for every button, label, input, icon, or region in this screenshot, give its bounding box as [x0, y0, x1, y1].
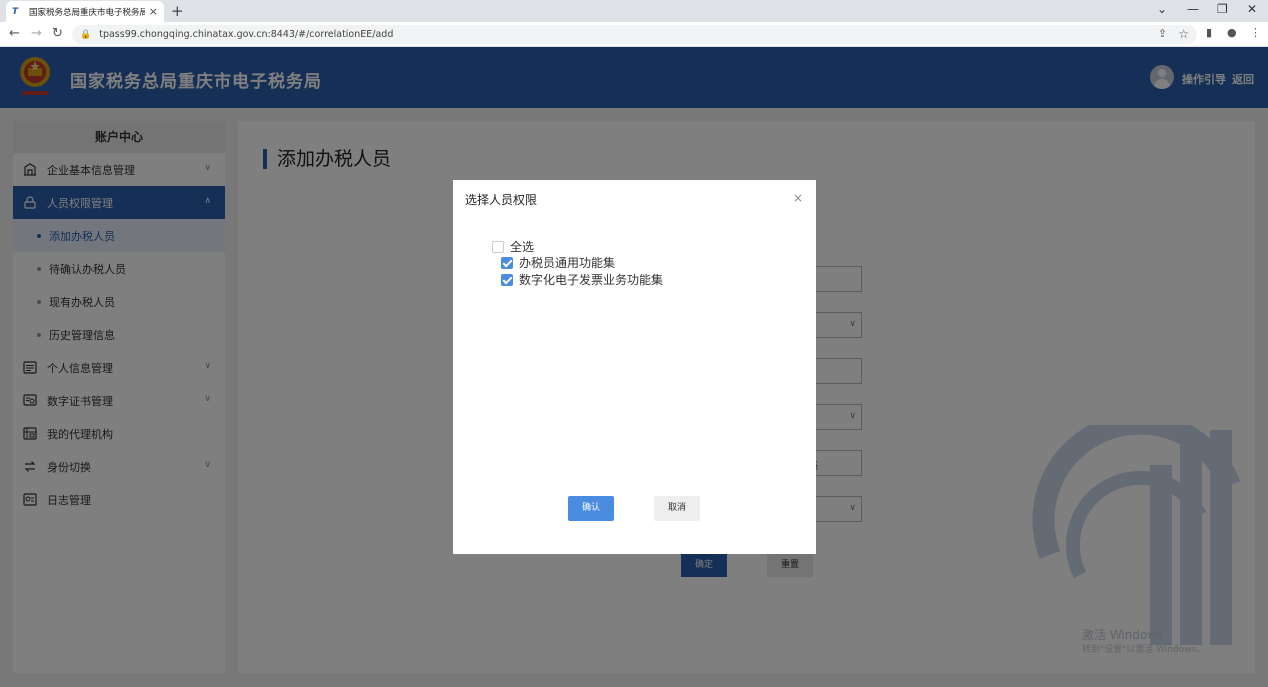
maximize-icon[interactable]: ❐ [1217, 2, 1228, 16]
ok-button[interactable]: 确认 [568, 496, 614, 521]
checkbox-label: 办税员通用功能集 [519, 256, 616, 270]
url-text: tpass99.chongqing.chinatax.gov.cn:8443/#… [99, 29, 394, 40]
forward-icon[interactable]: → [31, 26, 42, 41]
close-icon[interactable]: × [793, 191, 803, 205]
url-input[interactable]: 🔒 tpass99.chongqing.chinatax.gov.cn:8443… [72, 25, 1197, 44]
back-icon[interactable]: ← [9, 26, 20, 41]
permission-dialog: 选择人员权限 × 全选 办税员通用功能集 数字化电子发票业务功能集 确认 取消 [453, 180, 816, 554]
lock-icon: 🔒 [80, 29, 92, 40]
browser-tab[interactable]: T 国家税务总局重庆市电子税务局 × [6, 1, 164, 22]
minimize-icon[interactable]: — [1187, 2, 1199, 16]
cancel-button[interactable]: 取消 [654, 496, 700, 521]
window-close-icon[interactable]: ✕ [1247, 2, 1257, 16]
tab-title: 国家税务总局重庆市电子税务局 [29, 7, 145, 18]
checkbox-checked[interactable] [501, 256, 513, 269]
browser-menu-icon[interactable]: ⋮ [1250, 26, 1261, 39]
profile-icon[interactable]: ● [1227, 26, 1237, 39]
tab-close-icon[interactable]: × [149, 5, 158, 18]
share-icon[interactable]: ⇪ [1158, 27, 1167, 40]
option-checkbox-e-invoice[interactable]: 数字化电子发票业务功能集 [501, 271, 663, 288]
browser-tab-bar: T 国家税务总局重庆市电子税务局 × + ⌄ — ❐ ✕ [0, 0, 1268, 22]
option-checkbox-general[interactable]: 办税员通用功能集 [501, 254, 615, 271]
dialog-title: 选择人员权限 [465, 193, 538, 207]
reload-icon[interactable]: ↻ [52, 26, 63, 41]
select-all-checkbox[interactable]: 全选 [492, 238, 534, 255]
site-favicon-icon: T [12, 6, 19, 17]
checkbox-label: 数字化电子发票业务功能集 [519, 273, 664, 287]
side-panel-icon[interactable]: ▮ [1206, 26, 1212, 39]
new-tab-button[interactable]: + [171, 2, 184, 20]
tab-search-icon[interactable]: ⌄ [1157, 2, 1167, 16]
checkbox-checked[interactable] [501, 273, 513, 286]
checkbox-label: 全选 [510, 240, 535, 254]
bookmark-star-icon[interactable]: ☆ [1178, 27, 1189, 41]
checkbox-unchecked[interactable] [492, 240, 504, 253]
address-bar: ← → ↻ 🔒 tpass99.chongqing.chinatax.gov.c… [0, 22, 1268, 47]
